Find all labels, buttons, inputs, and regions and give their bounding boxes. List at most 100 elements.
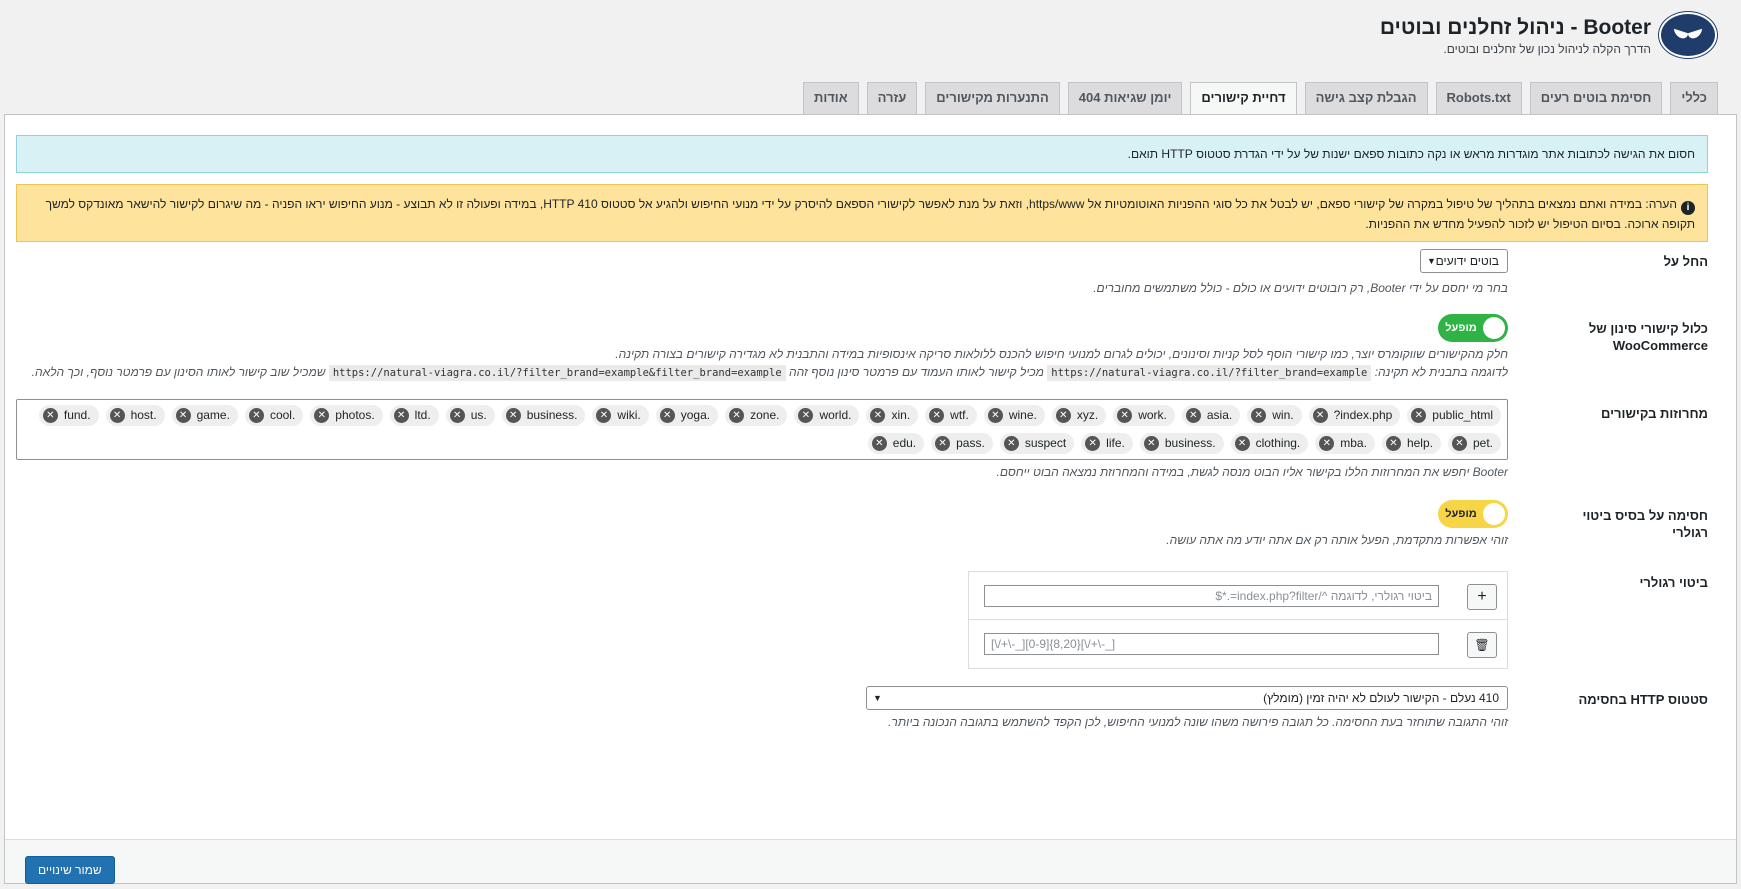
delete-regex-button[interactable]: 🗑 (1467, 632, 1497, 658)
string-tag-label: wine. (1008, 408, 1037, 422)
tab-404-log[interactable]: יומן שגיאות 404 (1067, 82, 1183, 114)
add-regex-button[interactable]: + (1467, 584, 1497, 610)
tab-general[interactable]: כללי (1670, 82, 1718, 114)
string-tag-label: mba. (1340, 436, 1367, 450)
string-tag-label: host. (130, 408, 157, 422)
dropdown-arrow-icon: ▼ (873, 693, 882, 703)
tab-bad-bots[interactable]: חסימת בוטים רעים (1529, 82, 1663, 114)
string-tag-label: us. (470, 408, 487, 422)
warning-text: הערה: במידה ואתם נמצאים בתהליך של טיפול … (45, 197, 1695, 231)
remove-tag-icon[interactable]: ✕ (1234, 436, 1250, 451)
string-tag: ✕ cool. (244, 405, 304, 426)
remove-tag-icon[interactable]: ✕ (871, 436, 887, 451)
apply-on-select[interactable]: בוטים ידועים ▼ (1420, 249, 1508, 273)
string-tag: ✕ help. (1381, 433, 1441, 454)
remove-tag-icon[interactable]: ✕ (175, 408, 191, 423)
string-tag: ✕ pass. (931, 433, 993, 454)
regex-block-desc: זוהי אפשרות מתקדמת, הפעל אותה רק אם אתה … (1166, 533, 1508, 547)
example-middle: מכיל קישור לאותו העמוד עם פרמטר סינון נו… (789, 365, 1044, 379)
remove-tag-icon[interactable]: ✕ (929, 408, 945, 423)
tab-rate-limit[interactable]: הגבלת קצב גישה (1304, 82, 1428, 114)
string-tag: ✕ edu. (867, 433, 925, 454)
remove-tag-icon[interactable]: ✕ (1319, 436, 1335, 451)
string-tag-label: public_html (1432, 408, 1493, 422)
string-tag-label: fund. (63, 408, 91, 422)
string-tag-label: photos. (335, 408, 375, 422)
remove-tag-icon[interactable]: ✕ (393, 408, 409, 423)
tab-about[interactable]: אודות (802, 82, 859, 114)
string-tag-label: cool. (269, 408, 296, 422)
remove-tag-icon[interactable]: ✕ (870, 408, 886, 423)
remove-tag-icon[interactable]: ✕ (1117, 408, 1133, 423)
string-tag-label: wiki. (617, 408, 641, 422)
string-tag: ✕ zone. (725, 405, 788, 426)
string-tag-label: yoga. (680, 408, 711, 422)
remove-tag-icon[interactable]: ✕ (1385, 436, 1401, 451)
string-tag-label: suspect (1024, 436, 1067, 450)
string-tag-label: pet. (1472, 436, 1493, 450)
remove-tag-icon[interactable]: ✕ (1451, 436, 1467, 451)
tab-help[interactable]: עזרה (866, 82, 918, 114)
string-tag-label: work. (1138, 408, 1167, 422)
remove-tag-icon[interactable]: ✕ (1185, 408, 1201, 423)
regex-block-toggle[interactable]: מופעל (1438, 500, 1508, 528)
regex-block-label: חסימה על בסיס ביטוי רגולרי (1582, 508, 1708, 540)
woocommerce-example: לדוגמה בתבנית לא תקינה: https://natural-… (31, 365, 1508, 381)
remove-tag-icon[interactable]: ✕ (935, 436, 951, 451)
remove-tag-icon[interactable]: ✕ (596, 408, 612, 423)
string-tag-label: asia. (1206, 408, 1233, 422)
remove-tag-icon[interactable]: ✕ (798, 408, 814, 423)
string-tag: ✕ suspect (999, 433, 1075, 454)
info-notice: חסום את הגישה לכתובות אתר מוגדרות מראש א… (16, 135, 1708, 173)
strings-label: מחרוזות בקישורים (1601, 406, 1708, 421)
remove-tag-icon[interactable]: ✕ (1251, 408, 1267, 423)
remove-tag-icon[interactable]: ✕ (659, 408, 675, 423)
string-tag: ✕ work. (1113, 405, 1175, 426)
http-status-value: 410 נעלם - הקישור לעולם לא יהיה זמין (מו… (1263, 691, 1499, 705)
remove-tag-icon[interactable]: ✕ (1143, 436, 1159, 451)
remove-tag-icon[interactable]: ✕ (42, 408, 58, 423)
remove-tag-icon[interactable]: ✕ (248, 408, 264, 423)
remove-tag-icon[interactable]: ✕ (109, 408, 125, 423)
toggle-knob (1483, 317, 1505, 339)
woocommerce-toggle-label: מופעל (1445, 322, 1477, 334)
regex-new-input[interactable]: ביטוי רגולרי, לדוגמה ^/index.php?filter=… (984, 585, 1439, 607)
apply-on-desc: בחר מי יחסם על ידי Booter, רק רובוטים יד… (1093, 281, 1508, 295)
regex-block-toggle-label: מופעל (1445, 508, 1477, 520)
string-tag-label: pass. (956, 436, 985, 450)
page-title: Booter - ניהול זחלנים ובוטים (1379, 15, 1651, 39)
remove-tag-icon[interactable]: ✕ (1411, 408, 1427, 423)
http-status-select[interactable]: 410 נעלם - הקישור לעולם לא יהיה זמין (מו… (866, 686, 1508, 710)
remove-tag-icon[interactable]: ✕ (449, 408, 465, 423)
woocommerce-toggle[interactable]: מופעל (1438, 314, 1508, 342)
warning-notice: iהערה: במידה ואתם נמצאים בתהליך של טיפול… (16, 184, 1708, 242)
string-tag-label: world. (819, 408, 852, 422)
remove-tag-icon[interactable]: ✕ (1055, 408, 1071, 423)
remove-tag-icon[interactable]: ✕ (1312, 408, 1328, 423)
strings-tag-input[interactable]: ✕ public_html ✕ ?index.php ✕ win. ✕ asia. ✕ work.… (16, 399, 1508, 460)
remove-tag-icon[interactable]: ✕ (987, 408, 1003, 423)
page-subtitle: הדרך הקלה לניהול נכון של זחלנים ובוטים. (1443, 41, 1651, 56)
remove-tag-icon[interactable]: ✕ (505, 408, 521, 423)
regex-item-input[interactable]: [\/+\-_][0-9]{8,20}[\/+\-_] (984, 633, 1439, 655)
string-tag: ✕ win. (1247, 405, 1302, 426)
tab-reject-links[interactable]: דחיית קישורים (1190, 82, 1297, 115)
dropdown-arrow-icon: ▼ (1427, 256, 1436, 266)
example-code-1: https://natural-viagra.co.il/?filter_bra… (1047, 365, 1372, 381)
regex-label: ביטוי רגולרי (1639, 575, 1709, 590)
string-tag-label: clothing. (1255, 436, 1301, 450)
string-tag: ✕ mba. (1315, 433, 1375, 454)
remove-tag-icon[interactable]: ✕ (314, 408, 330, 423)
save-changes-button[interactable]: שמור שינויים (25, 856, 115, 884)
remove-tag-icon[interactable]: ✕ (1085, 436, 1101, 451)
remove-tag-icon[interactable]: ✕ (1003, 436, 1019, 451)
tab-disavow[interactable]: התנערות מקישורים (925, 82, 1060, 114)
example-end: שמכיל שוב קישור לאותו הסינון עם פרמטר נו… (31, 365, 326, 379)
toggle-knob (1483, 503, 1505, 525)
regex-list: + ביטוי רגולרי, לדוגמה ^/index.php?filte… (968, 571, 1508, 669)
tab-robots-txt[interactable]: Robots.txt (1435, 82, 1522, 114)
string-tag-label: help. (1406, 436, 1433, 450)
remove-tag-icon[interactable]: ✕ (729, 408, 745, 423)
booter-logo-icon (1659, 12, 1717, 58)
string-tag: ✕ wiki. (592, 405, 649, 426)
